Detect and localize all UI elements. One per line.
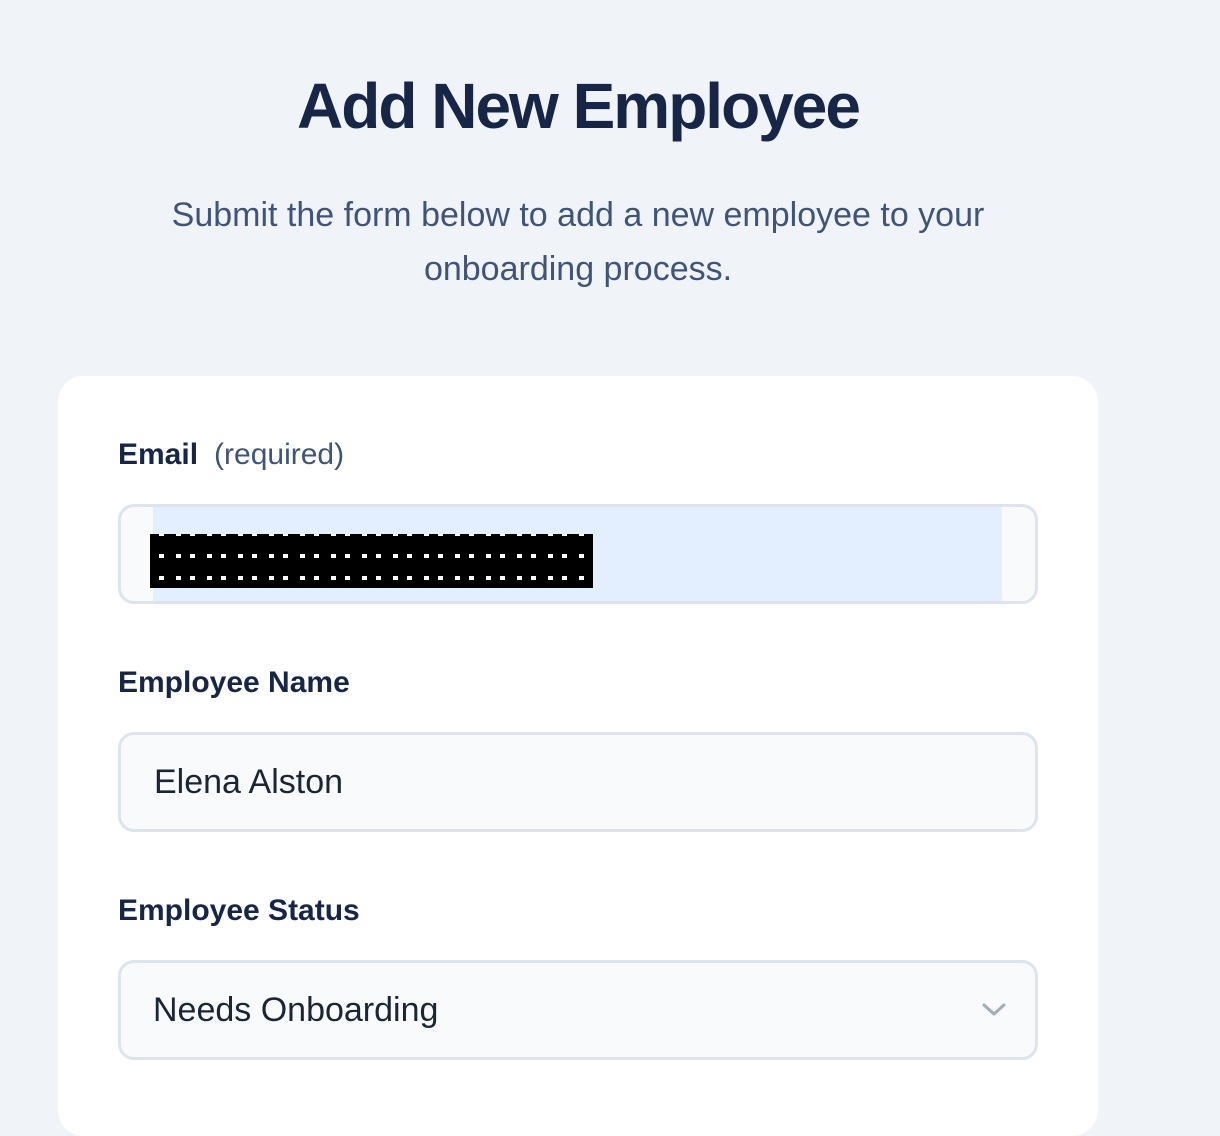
employee-name-label[interactable]: Employee Name: [118, 666, 350, 700]
employee-status-label[interactable]: Employee Status: [118, 894, 360, 928]
email-field[interactable]: [118, 504, 1038, 604]
chevron-down-icon: [979, 995, 1009, 1025]
employee-name-label-row: Employee Name: [118, 666, 1038, 702]
employee-name-field-group: Employee Name Elena Alston: [118, 666, 1038, 832]
employee-status-label-row: Employee Status: [118, 894, 1038, 930]
page-subtitle: Submit the form below to add a new emplo…: [171, 196, 985, 288]
employee-status-value: Needs Onboarding: [153, 990, 439, 1029]
employee-form-card: Email (required) Employee Name Elena Als…: [58, 376, 1098, 1136]
employee-name-field[interactable]: Elena Alston: [118, 732, 1038, 832]
email-label-row: Email (required): [118, 438, 1038, 474]
email-label[interactable]: Email: [118, 438, 198, 472]
email-redacted-value: [150, 534, 593, 588]
page-title: Add New Employee: [297, 70, 861, 142]
email-field-group: Email (required): [118, 438, 1038, 604]
employee-name-value: Elena Alston: [154, 762, 344, 801]
employee-status-select[interactable]: Needs Onboarding: [118, 960, 1038, 1060]
email-required-note: (required): [214, 438, 345, 471]
employee-status-field-group: Employee Status Needs Onboarding: [118, 894, 1038, 1060]
